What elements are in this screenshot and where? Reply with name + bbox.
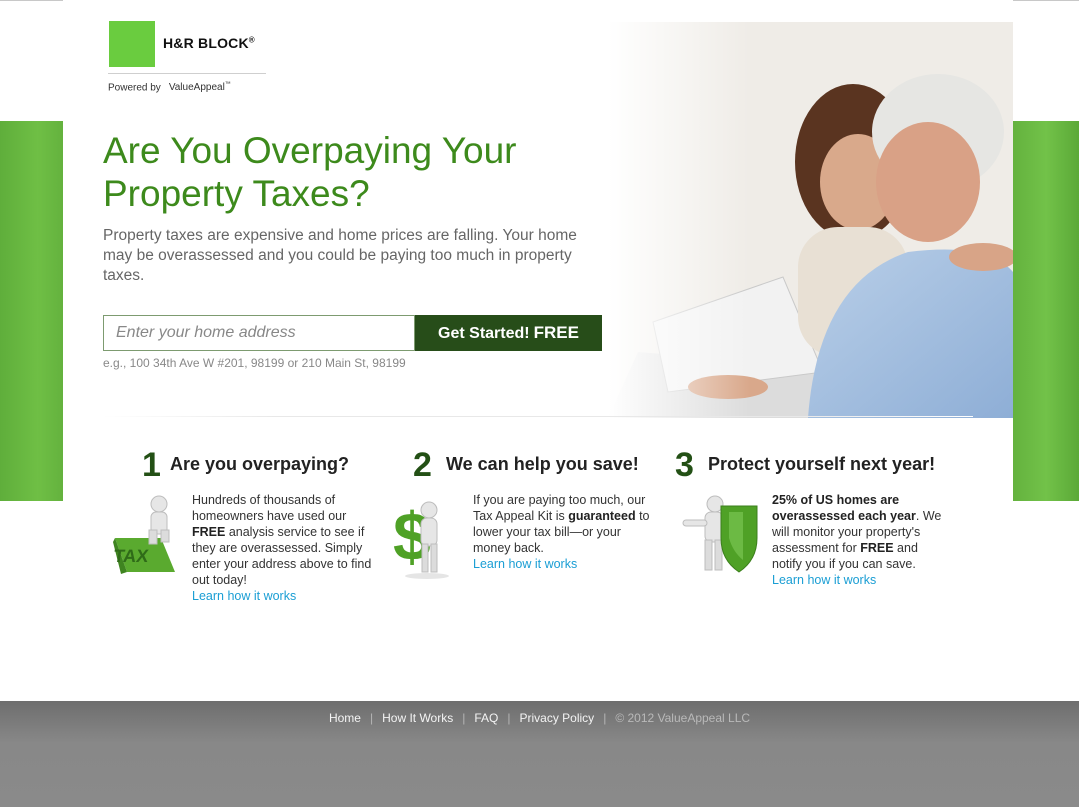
footer-link-how-it-works[interactable]: How It Works [382,711,453,725]
headline-line-2: Property Taxes? [103,173,370,214]
headline-line-1: Are You Overpaying Your [103,130,517,171]
footer-nav: Home | How It Works | FAQ | Privacy Policy | © 2… [0,711,1079,725]
address-example-hint: e.g., 100 34th Ave W #201, 98199 or 210 … [103,356,406,370]
powered-by-label: Powered by [108,82,161,94]
shield-figure-icon [677,490,763,580]
step-2-learn-link[interactable]: Learn how it works [473,557,577,571]
couple-illustration [608,22,1013,418]
svg-text:TAX: TAX [113,546,150,566]
footer-separator: | [369,711,374,725]
step-1-description: Hundreds of thousands of homeowners have… [192,493,372,603]
step-2-description: If you are paying too much, our Tax Appe… [473,493,650,571]
section-divider [103,416,973,417]
footer-separator: | [462,711,466,725]
dollar-figure-icon: $ [389,490,459,582]
intro-paragraph: Property taxes are expensive and home pr… [103,227,577,284]
step-1-number: 1 [142,446,161,484]
step-2-number: 2 [413,446,432,484]
get-started-label: Get Started! [438,325,530,342]
tax-figure-icon: TAX [112,490,183,580]
green-band-left [0,121,63,501]
footer-copyright: © 2012 ValueAppeal LLC [615,711,751,725]
get-started-button[interactable]: Get Started! FREE [415,315,602,351]
hero-couple-photo [608,22,1013,418]
footer-separator: | [507,711,511,725]
green-band-right [1013,121,1079,501]
footer-separator: | [603,711,607,725]
get-started-free-label: FREE [533,323,579,342]
valueappeal-logo: ValueAppeal™ [168,82,231,94]
powered-by-line: Powered by ValueAppeal™ [108,82,231,93]
footer-link-faq[interactable]: FAQ [474,711,498,725]
hr-block-logo-text[interactable]: H&R BLOCK® [163,35,255,51]
step-3-description: 25% of US homes are overassessed each ye… [772,493,942,587]
main-content: H&R BLOCK® Powered by ValueAppeal™ Are Y… [63,0,1013,700]
step-3-number: 3 [675,446,694,484]
step-3-learn-link[interactable]: Learn how it works [772,573,876,587]
step-1-title: Are you overpaying? [170,454,350,474]
hr-block-logo-mark[interactable] [109,21,155,67]
home-address-input[interactable] [103,315,415,351]
footer-link-privacy-policy[interactable]: Privacy Policy [520,711,595,725]
footer-link-home[interactable]: Home [329,711,361,725]
page-headline: Are You Overpaying Your Property Taxes? [103,129,583,215]
logo-divider [108,73,266,74]
step-1-learn-link[interactable]: Learn how it works [192,589,296,603]
footer: Home | How It Works | FAQ | Privacy Policy | © 2… [0,701,1079,807]
step-3-title: Protect yourself next year! [708,454,936,474]
step-2-title: We can help you save! [446,454,639,474]
